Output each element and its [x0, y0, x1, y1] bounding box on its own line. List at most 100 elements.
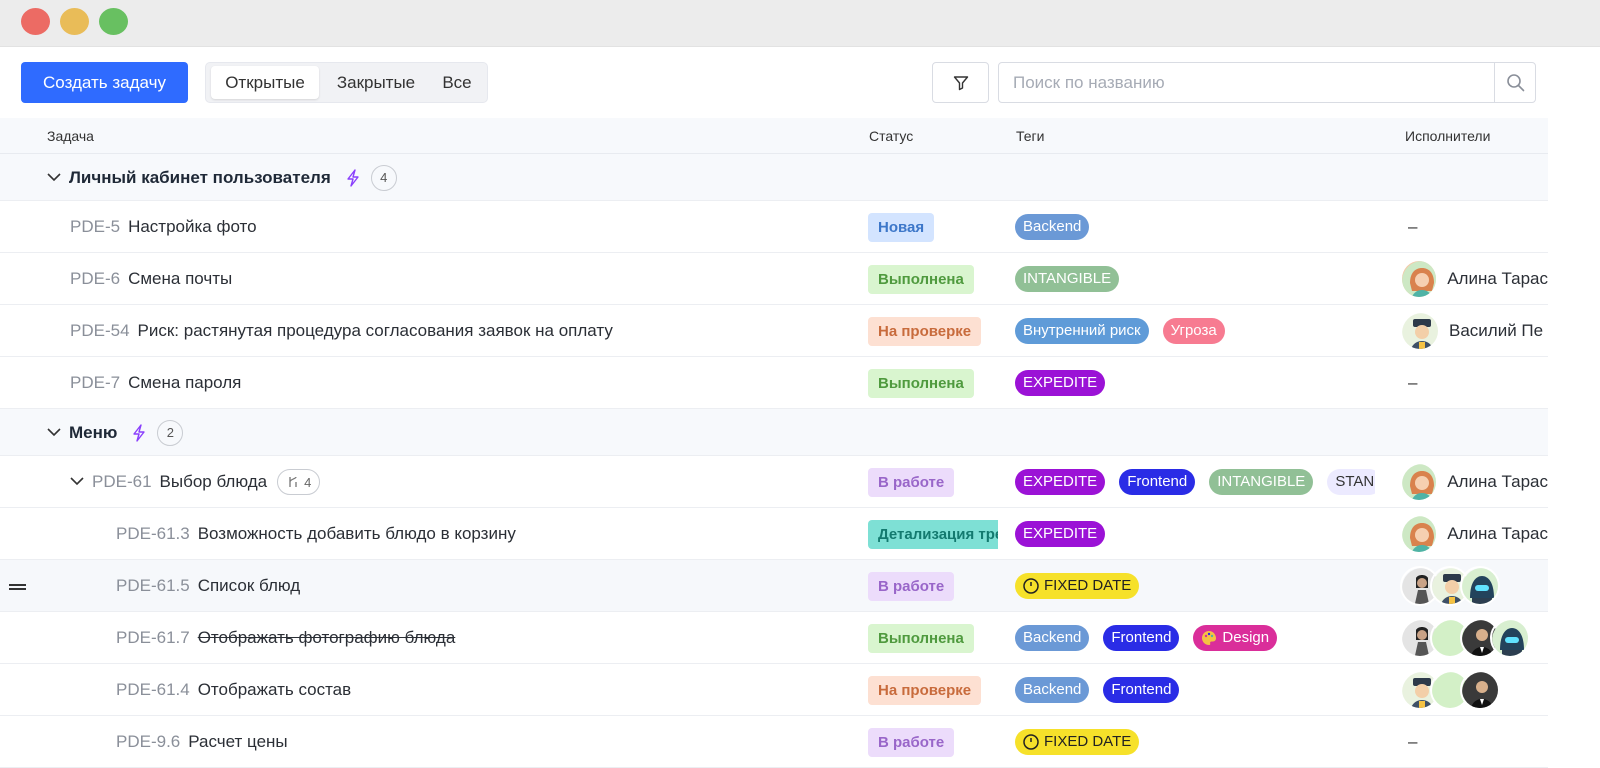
task-id: PDE-5 [70, 217, 121, 236]
task-title[interactable]: Смена почты [128, 269, 232, 289]
chevron-down-icon[interactable] [47, 169, 65, 187]
task-title[interactable]: Риск: растянутая процедура согласования … [138, 321, 613, 341]
subtasks-count: 4 [304, 474, 312, 490]
tag: EXPEDITE [1015, 370, 1106, 396]
status-badge[interactable]: Выполнена [868, 264, 974, 294]
avatar [1400, 311, 1440, 351]
task-id: PDE-61.7 [116, 628, 190, 647]
group-count-badge: 2 [157, 419, 184, 446]
tag: EXPEDITE [1015, 469, 1106, 495]
no-assignee: – [1408, 217, 1418, 236]
table-row[interactable]: PDE-61.5 Список блюд В работе FIXED DATE [0, 560, 1548, 612]
table-row[interactable]: PDE-61.4 Отображать состав На проверке B… [0, 664, 1548, 716]
tag: Backend [1015, 677, 1090, 703]
avatar [1400, 462, 1439, 502]
task-title[interactable]: Список блюд [198, 576, 300, 596]
task-id: PDE-61.3 [116, 524, 190, 543]
lightning-icon [131, 423, 147, 442]
search-box [998, 62, 1536, 103]
clock-icon [1023, 578, 1039, 594]
task-id: PDE-6 [70, 269, 121, 288]
avatar [1490, 618, 1530, 658]
task-id: PDE-61.4 [116, 680, 190, 699]
filter-button[interactable] [932, 62, 989, 103]
status-badge[interactable]: В работе [868, 727, 955, 757]
status-badge[interactable]: В работе [868, 467, 955, 497]
avatar [1460, 670, 1500, 710]
task-title[interactable]: Возможность добавить блюдо в корзину [198, 524, 516, 544]
avatar [1400, 514, 1439, 554]
table-row[interactable]: PDE-6 Смена почты Выполнена INTANGIBLE А… [0, 253, 1548, 305]
group-row[interactable]: Меню 2 [0, 409, 1548, 456]
tag: EXPEDITE [1015, 521, 1106, 547]
assignee-name: Алина Тарас [1447, 524, 1548, 543]
chevron-down-icon[interactable] [47, 424, 65, 442]
status-badge[interactable]: На проверке [868, 316, 982, 346]
tag: FIXED DATE [1015, 729, 1140, 755]
palette-icon [1202, 631, 1217, 645]
search-button[interactable] [1494, 63, 1535, 102]
table-row[interactable]: PDE-5 Настройка фото Новая Backend – [0, 201, 1548, 253]
group-title: Личный кабинет пользователя [69, 167, 331, 187]
task-title[interactable]: Настройка фото [128, 217, 257, 237]
table-header: Задача Статус Теги Исполнители [0, 118, 1548, 154]
tag: Внутренний риск [1015, 318, 1149, 344]
status-badge[interactable]: Выполнена [868, 623, 974, 653]
table-row[interactable]: PDE-61.7 Отображать фотографию блюда Вып… [0, 612, 1548, 664]
header-task: Задача [47, 128, 94, 144]
drag-handle-icon[interactable] [9, 584, 26, 590]
group-count-badge: 4 [370, 164, 397, 191]
create-task-button[interactable]: Создать задачу [21, 62, 188, 103]
tag: Frontend [1103, 625, 1180, 651]
task-title[interactable]: Смена пароля [128, 373, 241, 393]
task-id: PDE-61.5 [116, 576, 190, 595]
task-id: PDE-54 [70, 321, 130, 340]
subtasks-badge[interactable]: 4 [277, 469, 321, 495]
no-assignee: – [1408, 732, 1418, 751]
tag-label: FIXED DATE [1044, 733, 1132, 750]
group-title: Меню [69, 422, 118, 442]
table-row[interactable]: PDE-61 Выбор блюда 4 В работе EXPEDITE F… [0, 456, 1548, 508]
group-row[interactable]: Личный кабинет пользователя 4 [0, 154, 1548, 201]
search-input[interactable] [999, 63, 1496, 102]
assignee-name: Василий Пе [1449, 321, 1544, 340]
tag: Frontend [1103, 677, 1180, 703]
status-badge[interactable]: Детализация тре [868, 519, 998, 549]
tag: Угроза [1162, 318, 1225, 344]
status-badge[interactable]: Новая [868, 212, 935, 242]
table-row[interactable]: PDE-7 Смена пароля Выполнена EXPEDITE – [0, 357, 1548, 409]
minimize-window-button[interactable] [60, 8, 89, 35]
tab-closed[interactable]: Закрытые [322, 66, 430, 99]
table-row[interactable]: PDE-54 Риск: растянутая процедура соглас… [0, 305, 1548, 357]
table-row[interactable]: PDE-61.3 Возможность добавить блюдо в ко… [0, 508, 1548, 560]
task-id: PDE-61 [92, 472, 152, 491]
status-badge[interactable]: На проверке [868, 675, 982, 705]
chevron-down-icon[interactable] [70, 473, 88, 491]
task-id: PDE-7 [70, 373, 121, 392]
status-badge[interactable]: В работе [868, 571, 955, 601]
tag: Frontend [1119, 469, 1196, 495]
header-tags: Теги [1016, 128, 1045, 144]
task-title[interactable]: Отображать состав [198, 680, 351, 700]
tag: FIXED DATE [1015, 573, 1140, 599]
task-id: PDE-9.6 [116, 732, 181, 751]
close-window-button[interactable] [21, 8, 50, 35]
maximize-window-button[interactable] [99, 8, 128, 35]
task-table: Задача Статус Теги Исполнители Личный ка… [0, 118, 1548, 768]
task-title[interactable]: Выбор блюда [160, 472, 268, 492]
task-title[interactable]: Отображать фотографию блюда [198, 628, 456, 648]
table-row[interactable]: PDE-9.6 Расчет цены В работе FIXED DATE … [0, 716, 1548, 768]
no-assignee: – [1408, 373, 1418, 392]
task-filter-tabs: Открытые Закрытые Все [205, 62, 488, 103]
tag: Backend [1015, 625, 1090, 651]
tab-all[interactable]: Все [430, 66, 484, 99]
status-badge[interactable]: Выполнена [868, 368, 974, 398]
tag: STAN [1327, 469, 1375, 495]
tag-label: FIXED DATE [1044, 577, 1132, 594]
header-assignees: Исполнители [1405, 128, 1491, 144]
avatar [1460, 566, 1500, 606]
search-icon [1507, 74, 1525, 92]
task-title[interactable]: Расчет цены [188, 732, 287, 752]
tab-open[interactable]: Открытые [211, 66, 319, 99]
lightning-icon [345, 168, 361, 187]
